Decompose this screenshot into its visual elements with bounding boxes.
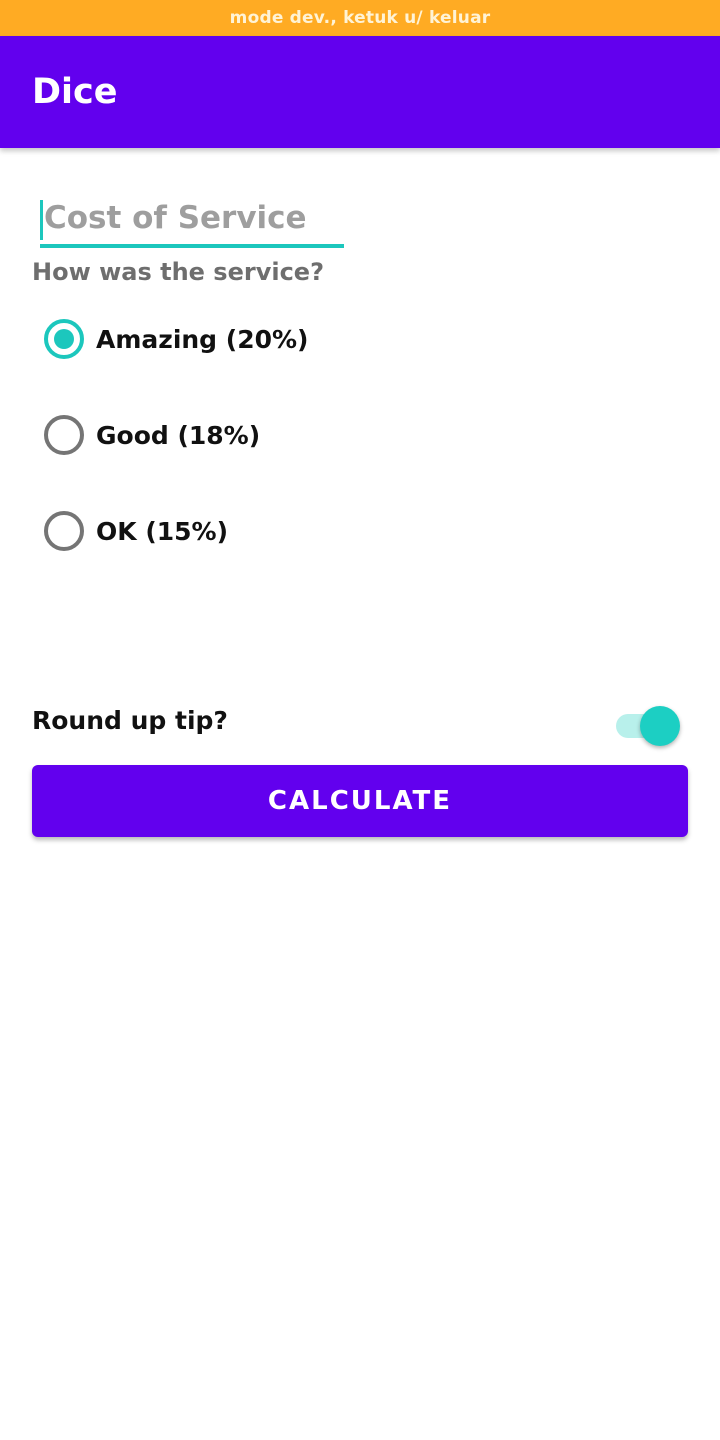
service-question-label: How was the service? [32, 258, 324, 286]
radio-unchecked-icon[interactable] [44, 415, 84, 455]
radio-option-good[interactable]: Good (18%) [44, 405, 444, 465]
radio-option-ok[interactable]: OK (15%) [44, 501, 444, 561]
round-up-tip-switch[interactable] [614, 704, 684, 748]
dev-mode-banner-text: mode dev., ketuk u/ keluar [229, 8, 491, 28]
radio-label-ok: OK (15%) [96, 516, 229, 546]
radio-checked-icon[interactable] [44, 319, 84, 359]
app-bar: Dice [0, 36, 720, 148]
app-title: Dice [32, 72, 118, 112]
radio-unchecked-icon[interactable] [44, 511, 84, 551]
cost-of-service-input[interactable] [44, 192, 340, 244]
radio-label-good: Good (18%) [96, 420, 261, 450]
dev-mode-banner[interactable]: mode dev., ketuk u/ keluar [0, 0, 720, 36]
round-up-tip-label: Round up tip? [32, 706, 228, 735]
switch-thumb[interactable] [640, 706, 680, 746]
text-cursor [40, 200, 43, 240]
cost-of-service-field[interactable] [40, 192, 344, 248]
radio-option-amazing[interactable]: Amazing (20%) [44, 309, 444, 369]
radio-label-amazing: Amazing (20%) [96, 324, 309, 354]
calculate-button[interactable]: CALCULATE [32, 765, 688, 837]
